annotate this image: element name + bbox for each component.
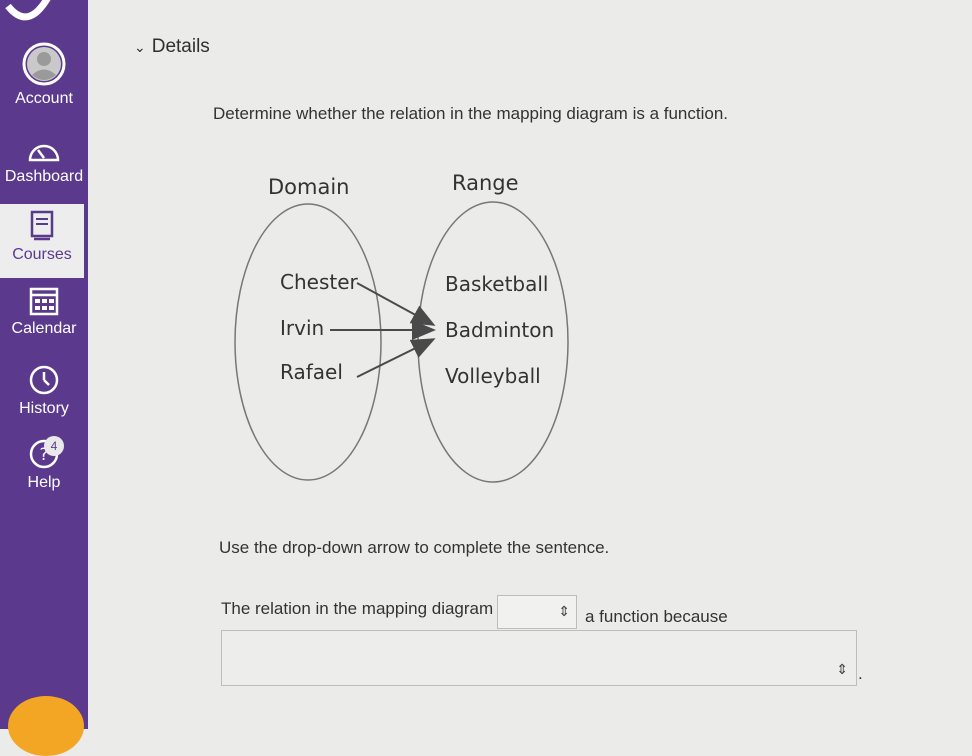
instruction-text: Use the drop-down arrow to complete the …	[219, 538, 610, 557]
reason-dropdown[interactable]: ⇕	[221, 630, 857, 686]
speedometer-icon	[28, 144, 60, 162]
notification-badge: 4	[44, 436, 64, 456]
range-item: Basketball	[445, 272, 548, 296]
global-navigation-sidebar: Account Dashboard Courses Calendar Histo…	[0, 0, 88, 756]
book-icon	[30, 210, 54, 241]
mapping-diagram: Domain Range Chester Irvin Rafael Basket…	[234, 171, 569, 483]
sentence-start-text: The relation in the mapping diagram	[221, 599, 494, 618]
sentence-end-text: a function because	[585, 607, 728, 626]
user-avatar-icon	[22, 42, 66, 86]
sidebar-item-courses[interactable]: Courses	[0, 204, 84, 278]
sidebar-item-label: Dashboard	[4, 168, 84, 185]
calendar-icon	[29, 287, 59, 316]
sidebar-item-calendar[interactable]: Calendar	[0, 286, 88, 338]
sidebar-item-history[interactable]: History	[0, 364, 88, 418]
details-label: Details	[151, 36, 210, 57]
range-item: Badminton	[445, 318, 554, 342]
sidebar-item-label: Courses	[12, 246, 72, 263]
canvas-logo-icon[interactable]	[4, 0, 56, 28]
select-arrows-icon: ⇕	[836, 661, 848, 677]
domain-oval	[234, 203, 382, 481]
domain-item: Irvin	[280, 316, 324, 340]
sentence-period: .	[858, 664, 863, 683]
select-arrows-icon: ⇕	[558, 603, 570, 619]
question-text: Determine whether the relation in the ma…	[213, 104, 729, 123]
range-oval	[417, 201, 569, 483]
sidebar-item-help[interactable]: ? 4 Help	[0, 436, 88, 492]
range-heading: Range	[452, 171, 519, 195]
clock-icon	[29, 365, 59, 395]
details-toggle[interactable]: ⌄ Details	[134, 36, 210, 58]
user-menu-button[interactable]	[8, 696, 84, 756]
domain-item: Rafael	[280, 360, 343, 384]
sidebar-item-account[interactable]: Account	[0, 42, 88, 108]
sidebar-item-label: History	[19, 400, 69, 417]
is-function-dropdown[interactable]: ⇕	[497, 595, 577, 629]
chevron-down-icon: ⌄	[134, 39, 146, 55]
sidebar-item-label: Calendar	[11, 320, 77, 337]
domain-heading: Domain	[268, 175, 350, 199]
domain-item: Chester	[280, 270, 359, 294]
range-item: Volleyball	[445, 364, 541, 388]
sidebar-item-label: Help	[27, 474, 61, 491]
sidebar-item-dashboard[interactable]: Dashboard	[0, 138, 88, 186]
sidebar-item-label: Account	[15, 90, 73, 107]
mapping-arrow-rafael	[356, 338, 436, 378]
